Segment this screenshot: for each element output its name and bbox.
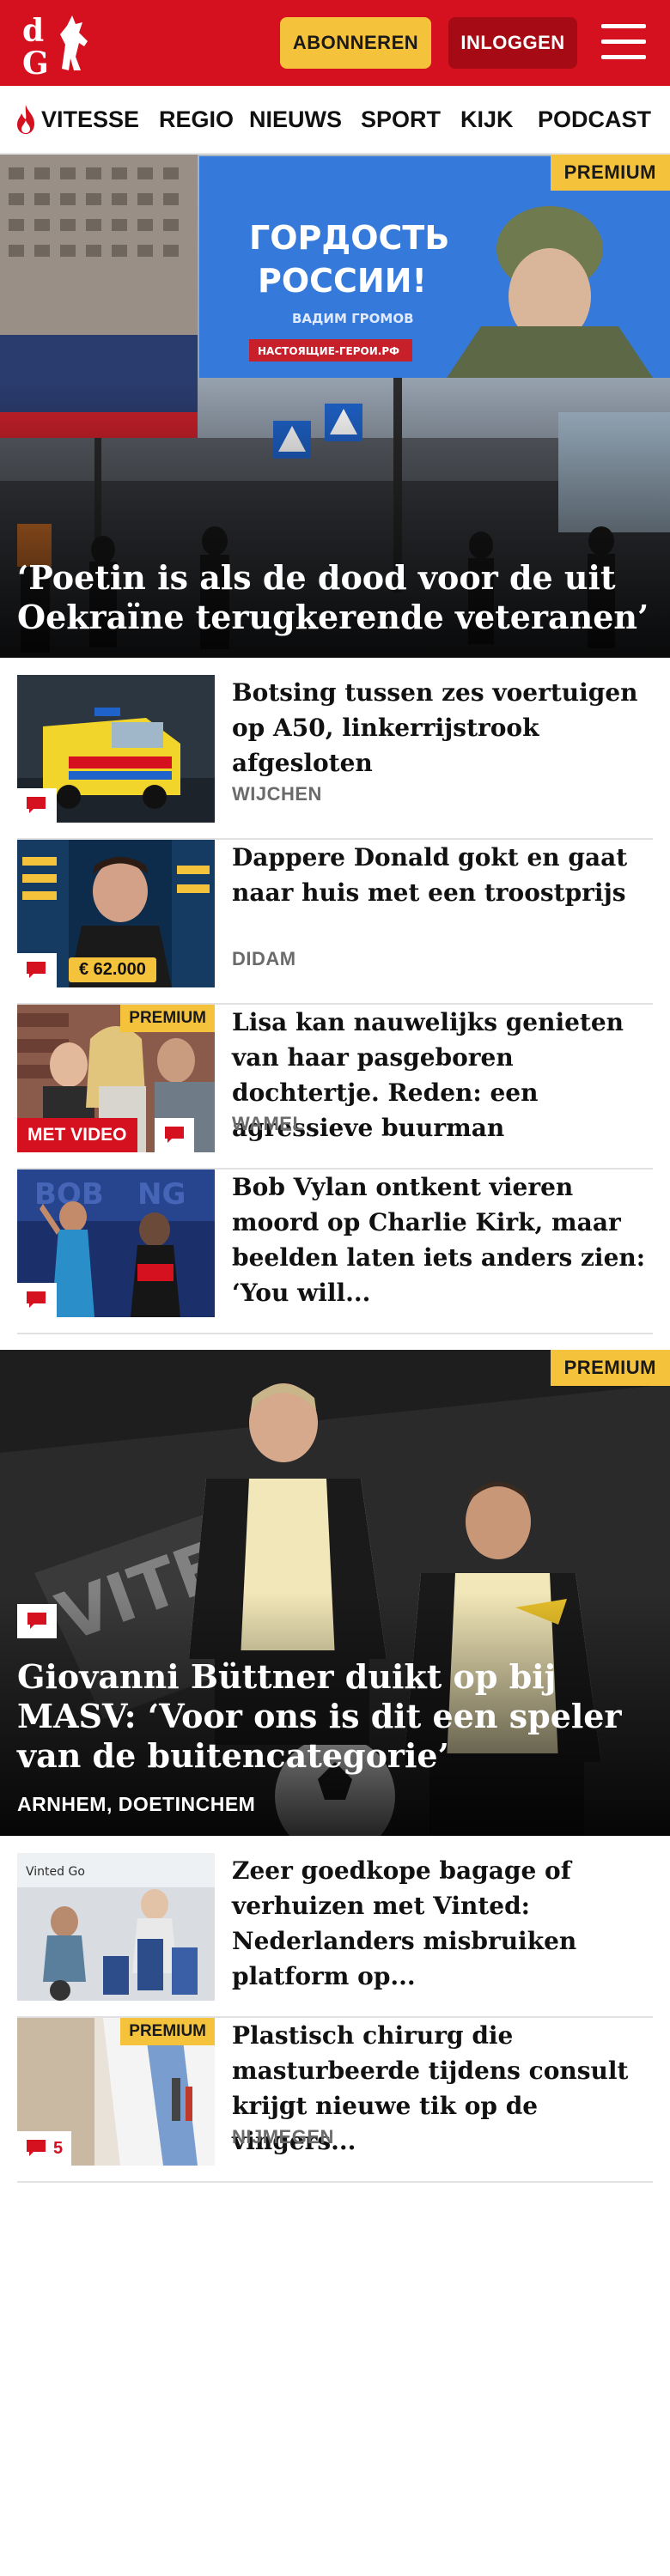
article-location: NIJMEGEN [232,2126,334,2148]
comment-badge[interactable] [17,1283,57,1317]
comment-badge[interactable] [17,788,57,823]
video-badge: MET VIDEO [17,1118,137,1152]
article-title[interactable]: Zeer goedkope bagage of verhuizen met Vi… [232,1853,653,1994]
article-thumbnail: BOB NG [17,1170,215,1317]
hero-article-2[interactable]: VITESSE PREMIUM Giovanni Büttner duikt o… [0,1350,670,1836]
flame-icon [17,105,34,134]
comment-icon [27,2140,46,2156]
prize-label: € 62.000 [69,957,156,982]
svg-text:G: G [22,46,49,77]
article-row[interactable]: PREMIUM MET VIDEO Lisa kan nauwelijks ge… [17,1005,653,1170]
billboard-line2: РОССИИ! [258,262,427,300]
article-row[interactable]: BOB NG Bob Vylan ontkent vieren moord op… [17,1170,653,1334]
article-thumbnail: € 62.000 [17,840,215,987]
premium-badge: PREMIUM [550,155,670,191]
billboard-name: ВАДИМ ГРОМОВ [292,311,414,326]
hero-location: ARNHEM, DOETINCHEM [17,1793,256,1815]
article-thumbnail: PREMIUM MET VIDEO [17,1005,215,1152]
premium-badge: PREMIUM [120,2018,215,2045]
comment-badge[interactable] [17,953,57,987]
hamburger-icon[interactable] [601,22,646,62]
article-row[interactable]: PREMIUM 5 Plastisch chirurg die masturbe… [17,2018,653,2183]
comment-count: 5 [53,2138,64,2158]
article-thumbnail [17,675,215,823]
site-logo[interactable]: d G [19,9,101,82]
svg-text:NG: NG [137,1177,186,1212]
site-header: d G ABONNEREN INLOGGEN [0,0,670,86]
hero-article-1[interactable]: ГОРДОСТЬ РОССИИ! ВАДИМ ГРОМОВ НАСТОЯЩИЕ-… [0,155,670,658]
article-row[interactable]: Botsing tussen zes voertuigen op A50, li… [17,675,653,840]
comment-icon [27,1291,46,1308]
comment-icon [27,962,46,978]
nav-item-vitesse[interactable]: VITESSE [41,106,139,133]
article-thumbnail: PREMIUM 5 [17,2018,215,2166]
premium-badge: PREMIUM [550,1350,670,1386]
article-title[interactable]: Botsing tussen zes voertuigen op A50, li… [232,675,653,781]
article-title[interactable]: Bob Vylan ontkent vieren moord op Charli… [232,1170,653,1310]
comment-icon [27,1613,46,1629]
comment-icon [27,797,46,813]
article-location: WIJCHEN [232,783,322,805]
login-button[interactable]: INLOGGEN [448,17,577,69]
article-location: DIDAM [232,948,296,969]
nav-item-kijk[interactable]: KIJK [460,106,514,133]
main-nav: VITESSE REGIO NIEUWS SPORT KIJK PODCAST [0,86,670,155]
billboard-line1: ГОРДОСТЬ [249,219,449,257]
article-location: WAMEL [232,1113,305,1134]
nav-item-regio[interactable]: REGIO [159,106,234,133]
premium-badge: PREMIUM [120,1005,215,1032]
comment-badge[interactable] [17,1604,57,1638]
billboard-site: НАСТОЯЩИЕ-ГЕРОИ.РФ [258,345,399,357]
article-thumbnail: Vinted Go [17,1853,215,2001]
article-title[interactable]: Dappere Donald gokt en gaat naar huis me… [232,840,653,910]
hero-title[interactable]: ‘Poetin is als de dood voor de uit Oekra… [17,558,653,637]
article-row[interactable]: Vinted Go Zeer goedkope bagage of verhui… [17,1853,653,2018]
subscribe-button[interactable]: ABONNEREN [280,17,431,69]
svg-text:d: d [22,13,44,49]
hero-title[interactable]: Giovanni Büttner duikt op bij MASV: ‘Voo… [17,1657,653,1776]
nav-item-sport[interactable]: SPORT [361,106,441,133]
comment-badge[interactable]: 5 [17,2131,72,2166]
article-row[interactable]: € 62.000 Dappere Donald gokt en gaat naa… [17,840,653,1005]
svg-text:Vinted Go: Vinted Go [26,1865,85,1879]
nav-item-podcast[interactable]: PODCAST [538,106,651,133]
comment-icon [165,1127,184,1143]
nav-item-nieuws[interactable]: NIEUWS [249,106,342,133]
comment-badge[interactable] [155,1118,194,1152]
